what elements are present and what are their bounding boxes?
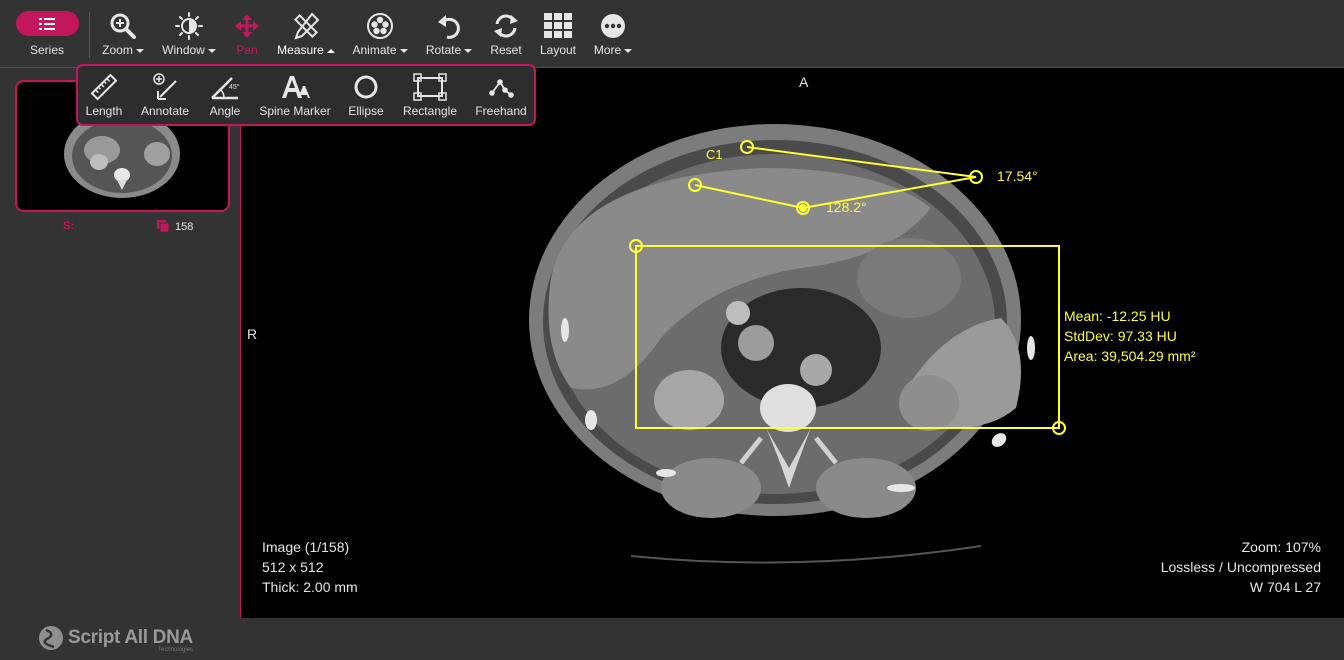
- image-count: 158: [157, 220, 193, 233]
- window-label: Window: [162, 43, 205, 57]
- measure-dropdown: Length Annotate 45° Angle Spine Marker E…: [76, 64, 536, 126]
- image-info-left: Image (1/158) 512 x 512 Thick: 2.00 mm: [262, 537, 358, 597]
- rectangle-icon: [400, 72, 460, 102]
- chevron-down-icon: [399, 48, 408, 53]
- image-viewport[interactable]: A R C1 17.54° 128.2° Mean: -12.25 HU Std…: [241, 68, 1344, 618]
- rectangle-label: Rectangle: [402, 104, 458, 118]
- footer: Script All DNA Technologies: [0, 619, 1344, 660]
- brand-tagline: Technologies: [158, 647, 194, 653]
- annotation-label: C1: [706, 147, 723, 162]
- pan-icon: [230, 11, 264, 41]
- spine-marker-icon: [256, 72, 334, 102]
- layout-button[interactable]: Layout: [538, 11, 578, 57]
- brand-name: Script All DNA: [68, 627, 193, 648]
- ellipse-tool[interactable]: Ellipse: [346, 72, 386, 118]
- chevron-down-icon: [135, 48, 144, 53]
- orientation-left: R: [247, 326, 258, 342]
- zoom-button[interactable]: Zoom: [101, 11, 145, 57]
- chevron-down-icon: [207, 48, 216, 53]
- animate-button[interactable]: Animate: [351, 11, 409, 57]
- spine-marker-label: Spine Marker: [259, 104, 331, 118]
- more-icon: [592, 11, 634, 41]
- image-index: Image (1/158): [262, 539, 350, 555]
- series-button[interactable]: Series: [15, 11, 79, 57]
- more-label: More: [593, 43, 622, 57]
- roi-mean: Mean: -12.25 HU: [1064, 308, 1171, 324]
- annotate-label: Annotate: [140, 104, 190, 118]
- ellipse-icon: [346, 72, 386, 102]
- reset-button[interactable]: Reset: [488, 11, 524, 57]
- zoom-level: Zoom: 107%: [1241, 539, 1321, 555]
- window-level-icon: [160, 11, 218, 41]
- reset-icon: [488, 11, 524, 41]
- length-tool[interactable]: Length: [84, 72, 124, 118]
- pan-label: Pan: [236, 43, 258, 57]
- rotate-button[interactable]: Rotate: [424, 11, 474, 57]
- angle-label: Angle: [209, 104, 241, 118]
- freehand-label: Freehand: [475, 104, 527, 118]
- measure-icon: [275, 11, 337, 41]
- animate-icon: [351, 11, 409, 41]
- measure-label: Measure: [277, 43, 324, 57]
- freehand-tool[interactable]: Freehand: [474, 72, 528, 118]
- series-tag: S:: [63, 220, 74, 232]
- chevron-down-icon: [464, 48, 473, 53]
- compression-info: Lossless / Uncompressed: [1160, 559, 1321, 575]
- chevron-up-icon: [326, 48, 335, 53]
- series-sidebar: S: 158: [0, 68, 241, 618]
- window-level-info: W 704 L 27: [1249, 579, 1321, 595]
- length-label: Length: [85, 104, 123, 118]
- rotate-icon: [424, 11, 474, 41]
- toolbar-divider: [89, 12, 90, 58]
- stack-icon: [157, 220, 170, 233]
- ruler-icon: [84, 72, 124, 102]
- angle-icon: 45°: [206, 72, 244, 102]
- animate-label: Animate: [352, 43, 397, 57]
- image-count-label: 158: [175, 220, 194, 233]
- pan-button[interactable]: Pan: [230, 11, 264, 57]
- zoom-label: Zoom: [102, 43, 133, 57]
- annotate-tool[interactable]: Annotate: [140, 72, 190, 118]
- series-label: Series: [29, 43, 64, 57]
- image-info-right: Zoom: 107% Lossless / Uncompressed W 704…: [1161, 537, 1321, 597]
- ellipse-label: Ellipse: [348, 104, 384, 118]
- image-matrix: 512 x 512: [262, 559, 324, 575]
- dna-logo-icon: [39, 626, 63, 650]
- measure-button[interactable]: Measure: [275, 11, 337, 57]
- more-button[interactable]: More: [592, 11, 634, 57]
- window-button[interactable]: Window: [160, 11, 218, 57]
- rectangle-tool[interactable]: Rectangle: [400, 72, 460, 118]
- annotate-icon: [140, 72, 190, 102]
- angle-measurement-2: 128.2°: [826, 199, 867, 215]
- roi-statistics: Mean: -12.25 HU StdDev: 97.33 HU Area: 3…: [1064, 306, 1196, 366]
- zoom-icon: [101, 11, 145, 41]
- svg-text:45°: 45°: [229, 83, 240, 91]
- roi-stddev: StdDev: 97.33 HU: [1064, 328, 1177, 344]
- layout-label: Layout: [539, 43, 577, 57]
- angle-measurement-1: 17.54°: [997, 168, 1038, 184]
- reset-label: Reset: [490, 43, 522, 57]
- layout-icon: [538, 11, 578, 41]
- main-toolbar: Series Zoom Window Pan Measure Animate R…: [0, 0, 1344, 68]
- orientation-top: A: [799, 74, 809, 90]
- freehand-icon: [474, 72, 528, 102]
- angle-tool[interactable]: 45° Angle: [206, 72, 244, 118]
- slice-thickness: Thick: 2.00 mm: [262, 579, 358, 595]
- roi-area: Area: 39,504.29 mm²: [1064, 348, 1196, 364]
- chevron-down-icon: [624, 48, 633, 53]
- spine-marker-tool[interactable]: Spine Marker: [256, 72, 334, 118]
- rotate-label: Rotate: [425, 43, 462, 57]
- series-list-icon: [15, 11, 79, 36]
